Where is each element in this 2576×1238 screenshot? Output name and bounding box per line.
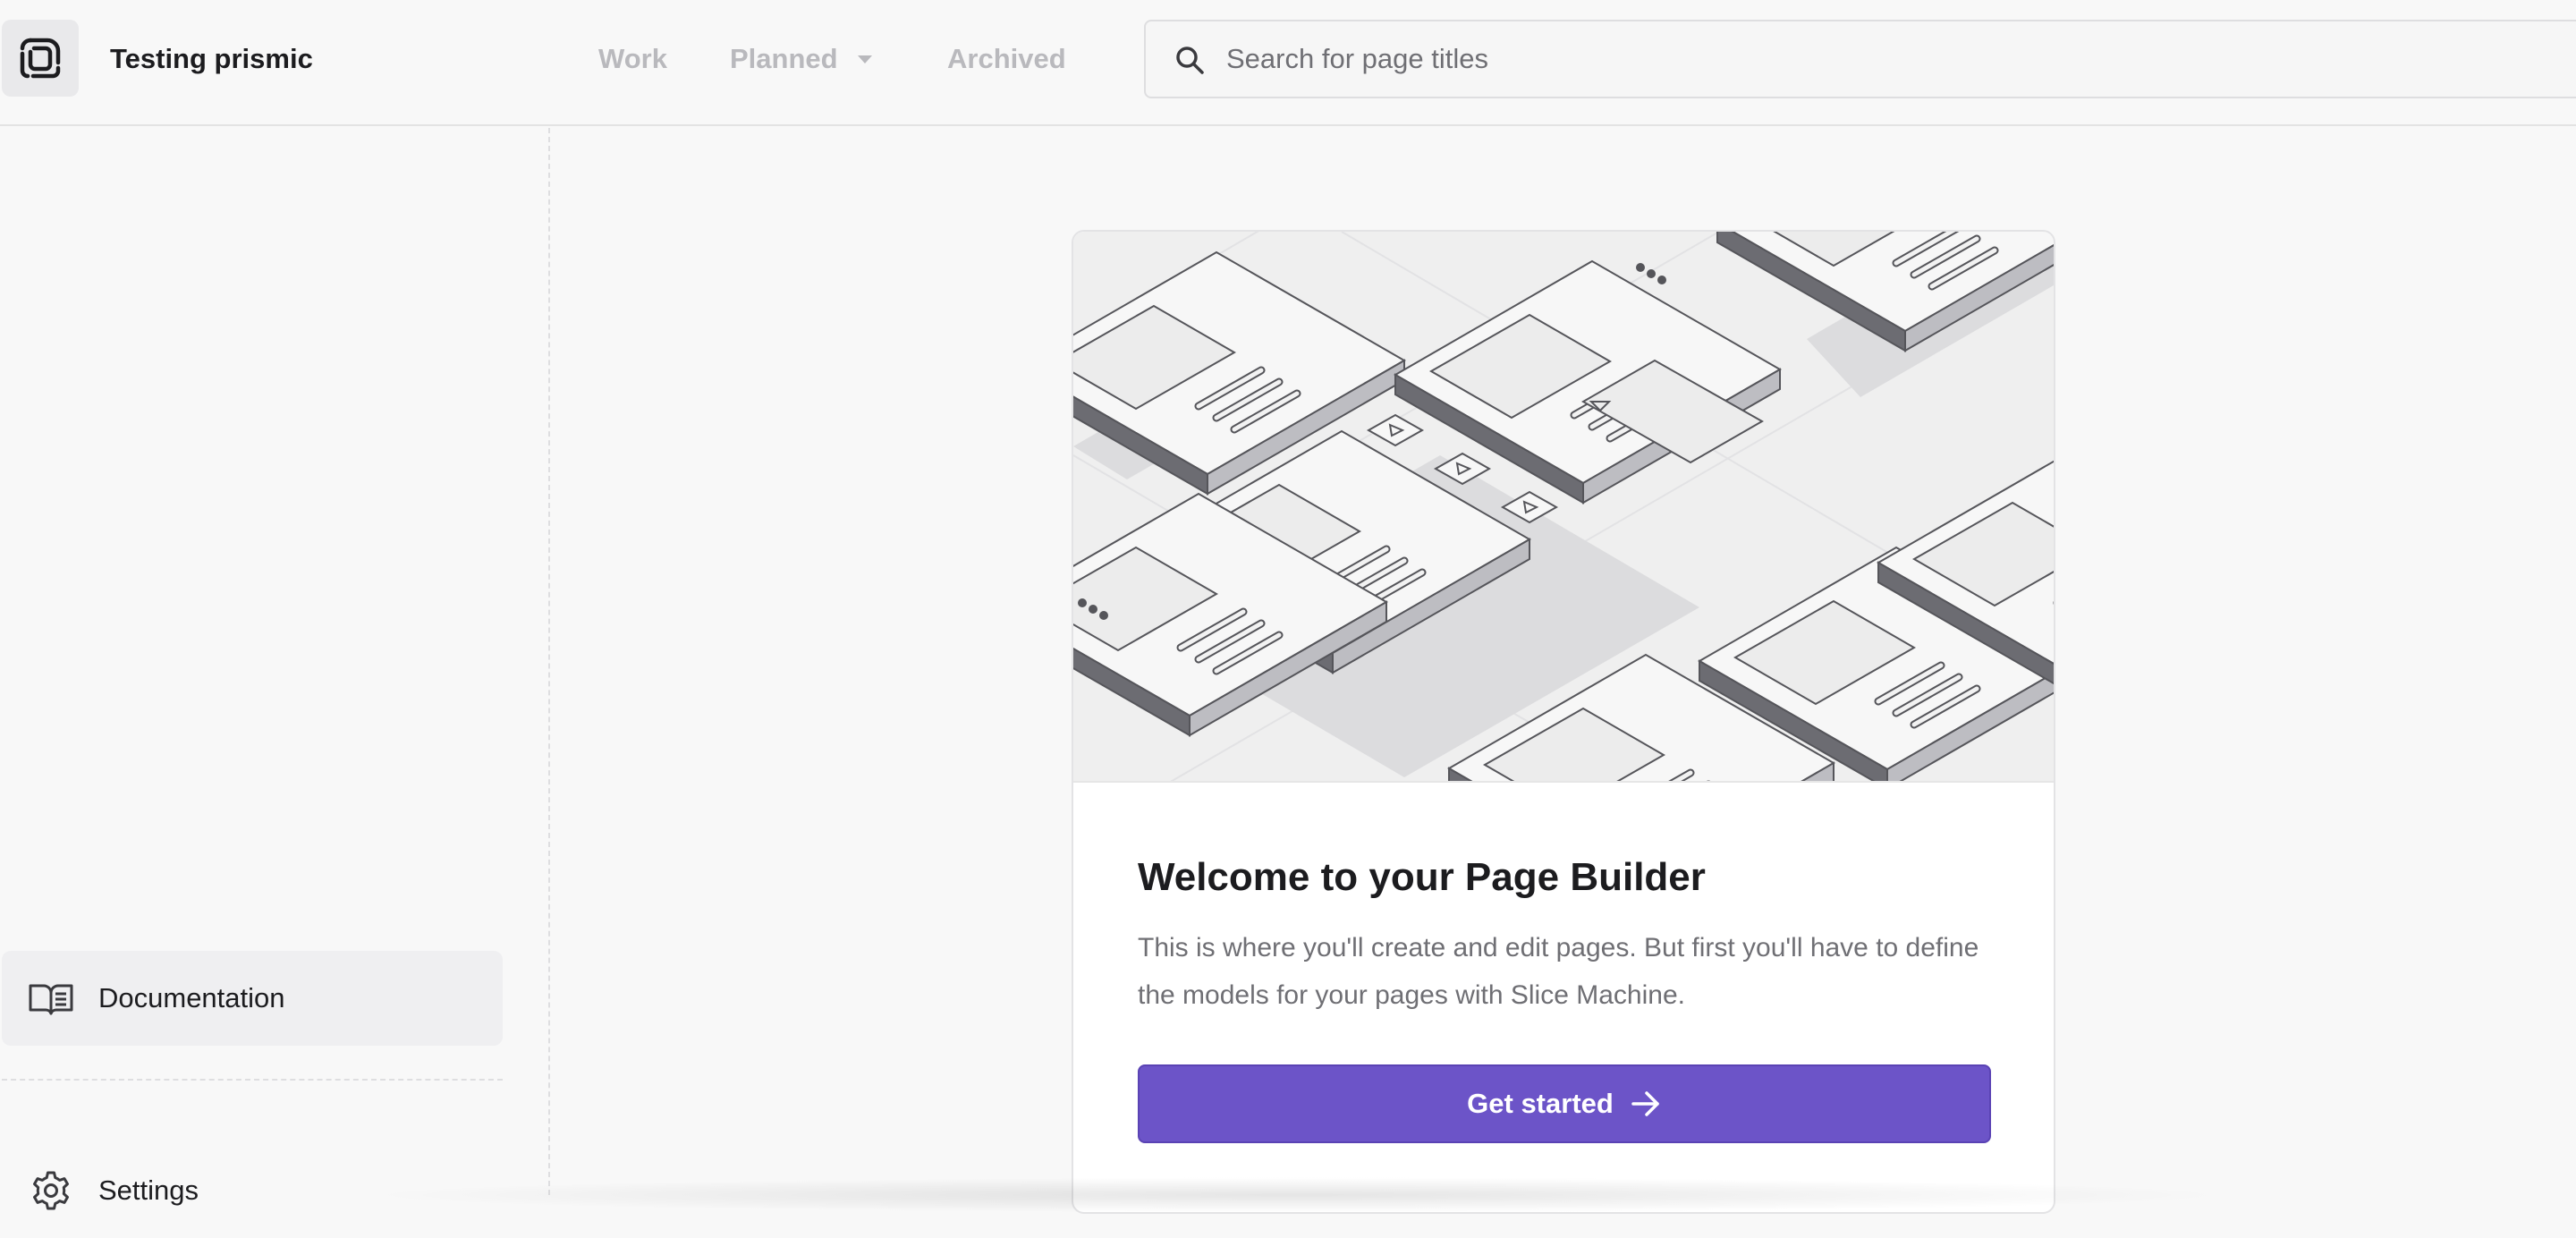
- prismic-logo-button[interactable]: [2, 20, 79, 97]
- prismic-logo-icon: [20, 38, 61, 79]
- tab-planned[interactable]: Planned: [730, 41, 872, 77]
- repository-name: Testing prismic: [110, 43, 313, 74]
- sidebar-item-label: Settings: [98, 1174, 199, 1206]
- get-started-button[interactable]: Get started: [1138, 1064, 1991, 1143]
- chevron-down-icon: [857, 55, 872, 64]
- tab-work[interactable]: Work: [598, 41, 667, 77]
- page-bottom-shadow: [358, 1177, 2236, 1213]
- arrow-right-icon: [1631, 1091, 1659, 1116]
- page-builder-illustration: [1073, 232, 2054, 783]
- welcome-card: Welcome to your Page Builder This is whe…: [1072, 230, 2055, 1214]
- sidebar: Documentation Settings: [0, 128, 550, 1210]
- welcome-description: This is where you'll create and edit pag…: [1138, 933, 1979, 1010]
- gear-icon: [27, 1166, 75, 1215]
- sidebar-item-documentation[interactable]: Documentation: [2, 951, 503, 1046]
- sidebar-item-label: Documentation: [98, 982, 285, 1013]
- get-started-label: Get started: [1467, 1088, 1614, 1119]
- tab-archived[interactable]: Archived: [947, 41, 1066, 77]
- welcome-title: Welcome to your Page Builder: [1138, 855, 1706, 899]
- top-bar: Testing prismic Work Planned Archived: [0, 0, 2576, 126]
- tab-planned-label: Planned: [730, 43, 838, 74]
- search-bar: [1144, 20, 2576, 98]
- book-open-icon: [27, 974, 75, 1022]
- search-icon: [1176, 47, 1204, 74]
- search-input[interactable]: [1224, 34, 2548, 84]
- sidebar-divider: [2, 1079, 503, 1081]
